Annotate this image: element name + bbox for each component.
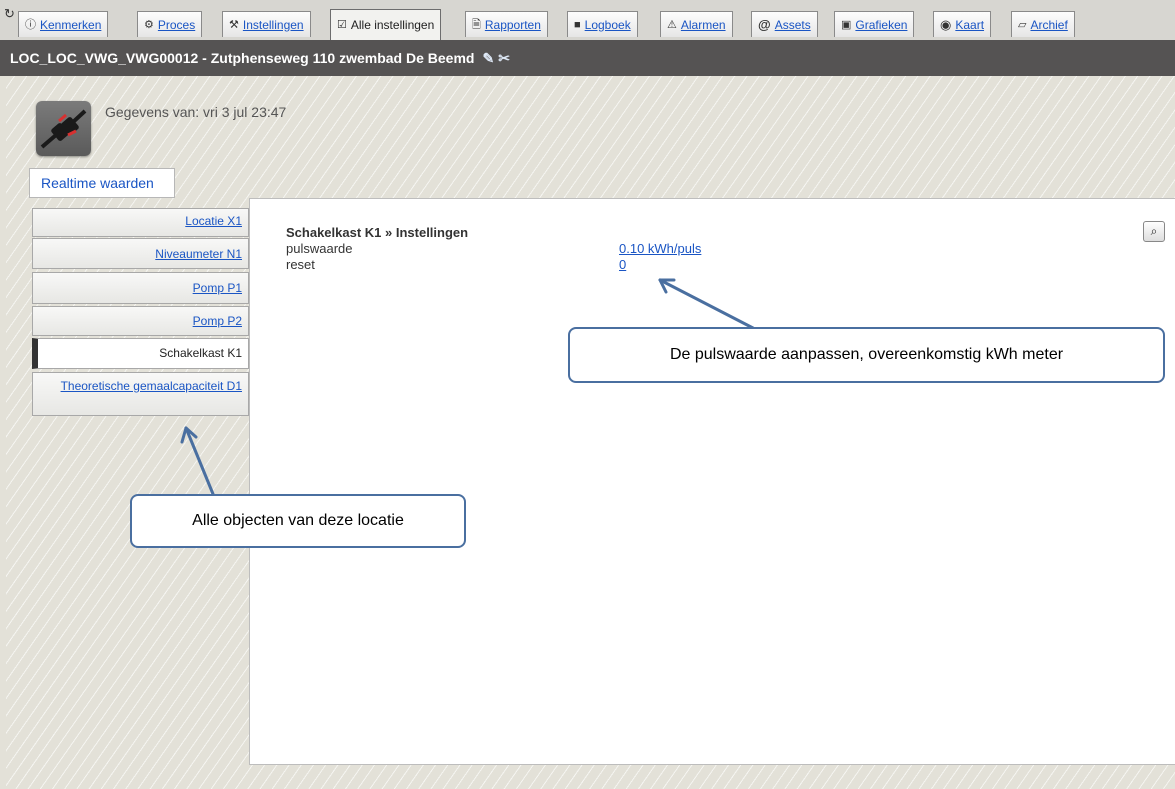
reset-link[interactable]: 0 (619, 257, 626, 272)
settings-panel: ⌕ Schakelkast K1 » Instellingen pulswaar… (249, 198, 1175, 765)
gear-icon: ⚙ (144, 18, 154, 31)
wrench-icon: ⚒ (229, 18, 239, 31)
edit-tool-icon[interactable]: ✎ (482, 50, 494, 67)
sidebar-item-label[interactable]: Locatie X1 (185, 214, 242, 228)
sidebar-item-label: Schakelkast K1 (159, 346, 242, 360)
sidebar-item-locatie-x1[interactable]: Locatie X1 (32, 208, 249, 237)
book-icon: ■ (574, 18, 581, 31)
tab-assets-label[interactable]: Assets (775, 13, 811, 37)
callout-pulswaarde: De pulswaarde aanpassen, overeenkomstig … (568, 327, 1165, 383)
data-timestamp: Gegevens van: vri 3 jul 23:47 (105, 104, 287, 120)
pulswaarde-link[interactable]: 0.10 kWh/puls (619, 241, 701, 256)
tab-alarmen[interactable]: ⚠ Alarmen (660, 11, 733, 37)
globe-icon: ◉ (940, 16, 952, 32)
at-icon: @ (758, 16, 771, 32)
tab-rapporten-label[interactable]: Rapporten (485, 13, 541, 37)
sidebar-item-theoretische-gemaalcapaciteit-d1[interactable]: Theoretische gemaalcapaciteit D1 (32, 372, 249, 416)
sidebar-item-niveaumeter-n1[interactable]: Niveaumeter N1 (32, 238, 249, 269)
sidebar-item-label[interactable]: Niveaumeter N1 (155, 247, 242, 261)
main-area: Gegevens van: vri 3 jul 23:47 Realtime w… (6, 76, 1175, 789)
page-title: LOC_LOC_VWG_VWG00012 - Zutphenseweg 110 … (10, 50, 475, 66)
tab-alle-instellingen[interactable]: ☑ Alle instellingen (330, 9, 442, 40)
tab-grafieken[interactable]: ▣ Grafieken (834, 11, 915, 37)
tab-logboek-label[interactable]: Logboek (585, 13, 631, 37)
setting-value-reset[interactable]: 0 (619, 257, 626, 272)
sidebar-item-pomp-p2[interactable]: Pomp P2 (32, 306, 249, 336)
plug-disconnected-icon (36, 101, 91, 156)
tab-alle-instellingen-label: Alle instellingen (350, 18, 435, 32)
tab-grafieken-label[interactable]: Grafieken (855, 13, 907, 37)
tab-assets[interactable]: @ Assets (751, 11, 818, 37)
location-title-bar: LOC_LOC_VWG_VWG00012 - Zutphenseweg 110 … (0, 40, 1175, 76)
setting-label-reset: reset (286, 257, 315, 272)
setting-value-pulswaarde[interactable]: 0.10 kWh/puls (619, 241, 701, 256)
sidebar-item-label[interactable]: Pomp P1 (193, 281, 242, 295)
tab-instellingen[interactable]: ⚒ Instellingen (222, 11, 311, 37)
alarm-icon: ⚠ (667, 18, 677, 31)
tab-kaart[interactable]: ◉ Kaart (933, 11, 992, 37)
realtime-values-button[interactable]: Realtime waarden (29, 168, 175, 198)
settings-list-icon: ☑ (337, 19, 347, 31)
tab-rapporten[interactable]: 🗎 Rapporten (465, 11, 548, 37)
tab-logboek[interactable]: ■ Logboek (567, 11, 638, 37)
report-icon: 🗎 (472, 18, 481, 31)
zoom-icon[interactable]: ⌕ (1143, 221, 1165, 242)
tab-alarmen-label[interactable]: Alarmen (681, 13, 726, 37)
panel-title: Schakelkast K1 » Instellingen (286, 225, 469, 240)
sidebar-item-label[interactable]: Pomp P2 (193, 314, 242, 328)
tab-kaart-label[interactable]: Kaart (955, 13, 984, 37)
tab-archief[interactable]: ▱ Archief (1011, 11, 1075, 37)
folder-icon: ▱ (1018, 18, 1027, 31)
sidebar-item-pomp-p1[interactable]: Pomp P1 (32, 272, 249, 304)
tab-archief-label[interactable]: Archief (1030, 13, 1067, 37)
refresh-icon[interactable]: ↻ (4, 6, 15, 22)
tab-kenmerken[interactable]: ⓘ Kenmerken (18, 11, 109, 37)
tab-proces-label[interactable]: Proces (158, 13, 195, 37)
tab-instellingen-label[interactable]: Instellingen (243, 13, 304, 37)
tab-bar: ↻ ⓘ Kenmerken ⚙ Proces ⚒ Instellingen ☑ … (0, 0, 1175, 41)
image-icon: ▣ (841, 18, 852, 31)
sidebar-item-label[interactable]: Theoretische gemaalcapaciteit D1 (61, 379, 242, 393)
sidebar-item-schakelkast-k1[interactable]: Schakelkast K1 (32, 338, 249, 369)
tab-kenmerken-label[interactable]: Kenmerken (40, 13, 101, 37)
callout-objects: Alle objecten van deze locatie (130, 494, 466, 548)
info-icon: ⓘ (25, 18, 36, 31)
tab-proces[interactable]: ⚙ Proces (137, 11, 203, 37)
setting-label-pulswaarde: pulswaarde (286, 241, 353, 256)
attachment-icon[interactable]: ✂ (498, 50, 510, 67)
